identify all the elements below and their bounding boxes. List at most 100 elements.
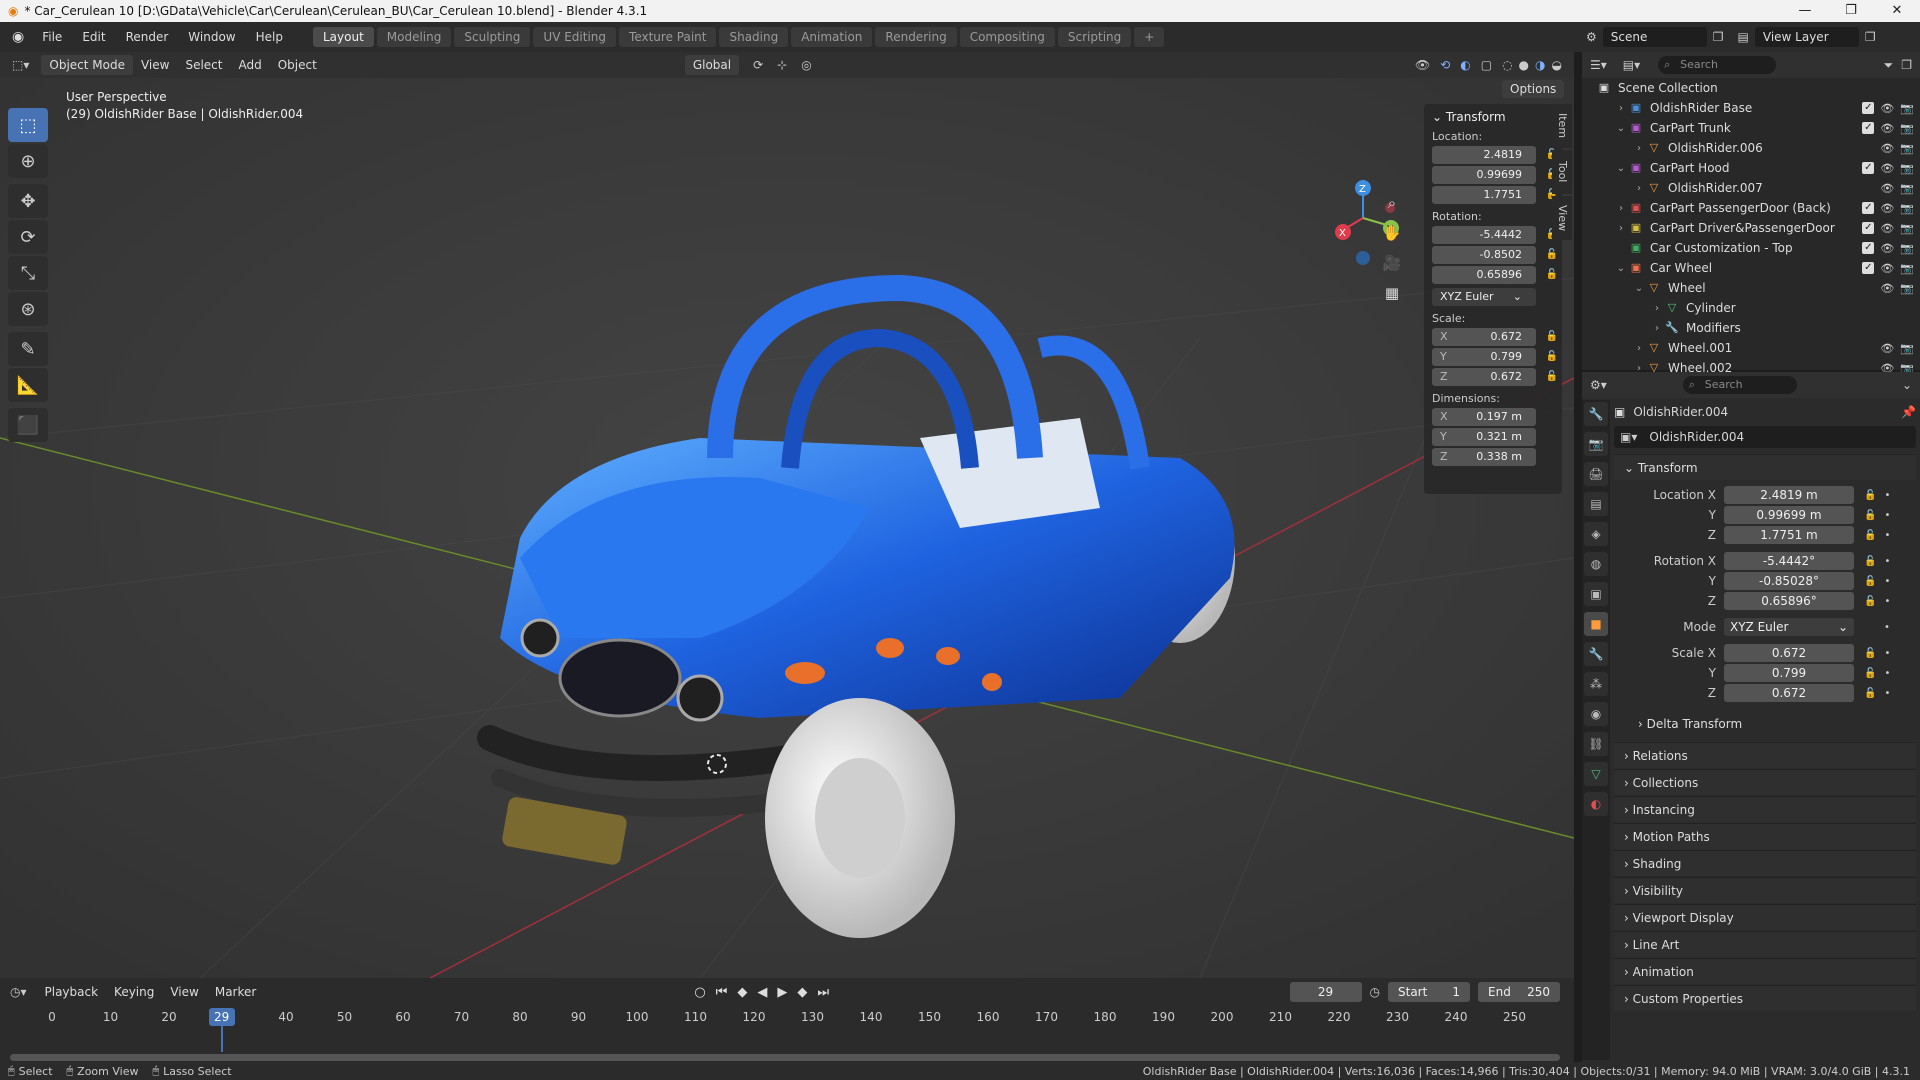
- close-button[interactable]: ✕: [1874, 0, 1920, 22]
- start-frame-field[interactable]: Start 1: [1388, 982, 1470, 1002]
- panel-section-header[interactable]: › Shading: [1614, 850, 1916, 876]
- rotate-tool-icon[interactable]: ⟳: [8, 220, 48, 254]
- shading-material-icon[interactable]: ◑: [1535, 58, 1545, 72]
- lock-icon[interactable]: 🔓: [1864, 668, 1876, 679]
- rotation-mode-select[interactable]: XYZ Euler ⌄: [1724, 618, 1854, 636]
- particles-tab-icon[interactable]: ⁂: [1584, 672, 1608, 696]
- next-keyframe-icon[interactable]: ◆: [797, 985, 807, 1000]
- camera-icon[interactable]: 📷: [1900, 182, 1914, 195]
- chevron-down-icon[interactable]: ⌄: [1614, 263, 1628, 274]
- menu-render[interactable]: Render: [116, 22, 179, 52]
- sidebar-tab-view[interactable]: View: [1552, 196, 1572, 240]
- panel-section-header[interactable]: › Motion Paths: [1614, 823, 1916, 849]
- exclude-checkbox[interactable]: ✓: [1862, 241, 1875, 254]
- editor-type-icon[interactable]: ⬚▾: [0, 58, 37, 72]
- chevron-down-icon[interactable]: ⌄: [1614, 123, 1628, 134]
- exclude-checkbox[interactable]: ✓: [1862, 261, 1875, 274]
- camera-icon[interactable]: 📷: [1900, 262, 1914, 275]
- panel-section-header[interactable]: › Custom Properties: [1614, 985, 1916, 1011]
- chevron-right-icon[interactable]: ›: [1614, 203, 1628, 214]
- camera-view-icon[interactable]: 🎥: [1380, 254, 1404, 284]
- outliner-row[interactable]: › ▽ Wheel.001 👁 📷: [1582, 338, 1920, 358]
- maximize-button[interactable]: ❐: [1828, 0, 1874, 22]
- physics-tab-icon[interactable]: ◉: [1584, 702, 1608, 726]
- npanel-transform-header[interactable]: ⌄ Transform: [1432, 110, 1554, 124]
- chevron-right-icon[interactable]: ›: [1614, 223, 1628, 234]
- outliner-row[interactable]: › ▽ Cylinder: [1582, 298, 1920, 318]
- panel-section-header[interactable]: › Line Art: [1614, 931, 1916, 957]
- proportional-edit-icon[interactable]: ◎: [801, 58, 811, 72]
- jump-start-icon[interactable]: ⏮: [716, 985, 728, 1000]
- shading-wireframe-icon[interactable]: ◌: [1502, 58, 1512, 72]
- camera-icon[interactable]: 📷: [1900, 282, 1914, 295]
- keyframe-dot-icon[interactable]: •: [1884, 648, 1890, 659]
- new-collection-icon[interactable]: ❐: [1901, 58, 1912, 72]
- n-location-y[interactable]: 0.99699🔓: [1432, 166, 1558, 184]
- panel-section-header[interactable]: › Visibility: [1614, 877, 1916, 903]
- eye-icon[interactable]: 👁: [1880, 162, 1894, 175]
- transform-tool-icon[interactable]: ⊛: [8, 292, 48, 326]
- chevron-right-icon[interactable]: ›: [1632, 143, 1646, 154]
- outliner-row[interactable]: › 🔧 Modifiers: [1582, 318, 1920, 338]
- eye-icon[interactable]: 👁: [1880, 342, 1894, 355]
- lock-icon[interactable]: 🔓: [1864, 530, 1876, 541]
- view-layer-icon[interactable]: ▤: [1738, 30, 1749, 44]
- collection-tab-icon[interactable]: ▣: [1584, 582, 1608, 606]
- exclude-checkbox[interactable]: ✓: [1862, 101, 1875, 114]
- current-frame-field[interactable]: 29: [1289, 982, 1362, 1002]
- filter-icon[interactable]: ⏷: [1884, 58, 1894, 73]
- lock-icon[interactable]: 🔓: [1864, 688, 1876, 699]
- keyframe-dot-icon[interactable]: •: [1884, 510, 1890, 521]
- view-layer-browse-icon[interactable]: ❐: [1865, 30, 1876, 44]
- tab-texture-paint[interactable]: Texture Paint: [619, 27, 717, 47]
- tab-uv-editing[interactable]: UV Editing: [533, 27, 617, 47]
- outliner-row[interactable]: › ▽ OldishRider.006 👁 📷: [1582, 138, 1920, 158]
- chevron-right-icon[interactable]: ›: [1650, 303, 1664, 314]
- outliner-row[interactable]: ⌄ ▣ CarPart Trunk ✓ 👁 📷: [1582, 118, 1920, 138]
- chevron-right-icon[interactable]: ›: [1632, 343, 1646, 354]
- camera-icon[interactable]: 📷: [1900, 222, 1914, 235]
- play-icon[interactable]: ▶: [777, 985, 787, 1000]
- n-location-z[interactable]: 1.7751 🔓: [1432, 186, 1558, 204]
- lock-icon[interactable]: 🔓: [1864, 556, 1876, 567]
- record-icon[interactable]: ○: [694, 985, 705, 1000]
- scale-tool-icon[interactable]: ⤡: [8, 256, 48, 290]
- lock-icon[interactable]: 🔓: [1546, 266, 1558, 284]
- jump-end-icon[interactable]: ⏭: [817, 985, 829, 1000]
- constraints-tab-icon[interactable]: ⛓: [1584, 732, 1608, 756]
- view-layer-selector[interactable]: View Layer: [1754, 27, 1859, 47]
- n-dimension-x[interactable]: X 0.197 m: [1432, 408, 1536, 426]
- exclude-checkbox[interactable]: ✓: [1862, 221, 1875, 234]
- object-browse-icon[interactable]: ▣▾: [1614, 430, 1643, 444]
- playhead-frame[interactable]: 29: [208, 1008, 235, 1026]
- exclude-checkbox[interactable]: ✓: [1862, 201, 1875, 214]
- sidebar-tab-item[interactable]: Item: [1552, 104, 1572, 148]
- chevron-down-icon[interactable]: ⌄: [1632, 283, 1646, 294]
- lock-icon[interactable]: 🔓: [1864, 490, 1876, 501]
- chevron-right-icon[interactable]: ›: [1650, 323, 1664, 334]
- measure-tool-icon[interactable]: 📐: [8, 368, 48, 402]
- eye-icon[interactable]: 👁: [1880, 222, 1894, 235]
- visibility-icon[interactable]: 👁: [1415, 58, 1430, 72]
- n-rotation-mode-select[interactable]: XYZ Euler ⌄: [1432, 288, 1536, 306]
- keyframe-dot-icon[interactable]: •: [1884, 556, 1890, 567]
- material-tab-icon[interactable]: ◐: [1584, 792, 1608, 816]
- tool-tab-icon[interactable]: 🔧: [1584, 402, 1608, 426]
- number-field[interactable]: 0.99699 m: [1724, 506, 1854, 524]
- camera-icon[interactable]: 📷: [1900, 102, 1914, 115]
- outliner-row[interactable]: ▣ Car Customization - Top ✓ 👁 📷: [1582, 238, 1920, 258]
- xray-icon[interactable]: ▢: [1481, 58, 1492, 72]
- gizmo-toggle-icon[interactable]: ⟲: [1440, 58, 1450, 72]
- options-button[interactable]: Options: [1502, 80, 1565, 98]
- object-datablock-field[interactable]: ▣▾ OldishRider.004: [1614, 426, 1916, 448]
- shading-solid-icon[interactable]: ●: [1519, 58, 1529, 72]
- exclude-checkbox[interactable]: ✓: [1862, 161, 1875, 174]
- exclude-checkbox[interactable]: ✓: [1862, 121, 1875, 134]
- transform-orientation-selector[interactable]: Global: [684, 55, 740, 75]
- keyframe-dot-icon[interactable]: •: [1884, 576, 1890, 587]
- delta-transform-header[interactable]: › Delta Transform: [1614, 711, 1916, 737]
- cursor-tool-icon[interactable]: ⊕: [8, 144, 48, 178]
- timeline-menu-view[interactable]: View: [162, 979, 206, 1005]
- timeline-scrollbar[interactable]: [10, 1054, 1560, 1061]
- blender-menu-icon[interactable]: ◉: [0, 29, 32, 45]
